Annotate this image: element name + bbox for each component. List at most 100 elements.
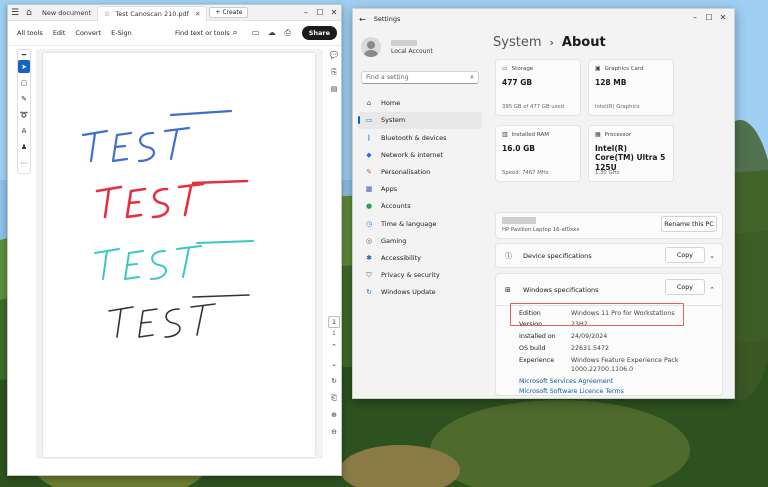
menu-edit[interactable]: Edit xyxy=(48,29,71,37)
plus-icon: + xyxy=(215,9,221,16)
copy-device-specs-button[interactable]: Copy xyxy=(665,247,705,263)
section-label: Windows specifications xyxy=(523,285,599,294)
rename-pc-button[interactable]: Rename this PC xyxy=(661,216,717,232)
close-window-icon[interactable]: ✕ xyxy=(716,13,730,22)
menu-esign[interactable]: E-Sign xyxy=(106,29,137,37)
select-cursor-icon[interactable]: ➤ xyxy=(18,60,30,74)
print-icon[interactable]: ⎙ xyxy=(280,28,296,38)
sidebar-item-accessibility[interactable]: ✱ Accessibility xyxy=(358,250,482,267)
close-window-icon[interactable]: ✕ xyxy=(327,8,341,17)
document-canvas[interactable]: TEST TEST TEST TEST xyxy=(36,49,323,459)
sidebar-item-windows-update[interactable]: ↻ Windows Update xyxy=(358,284,482,301)
zoom-out-icon[interactable]: ⊖ xyxy=(327,425,341,439)
storage-card[interactable]: ▭ Storage 477 GB 395 GB of 477 GB used xyxy=(495,59,581,116)
card-value: 128 MB xyxy=(595,78,627,87)
search-icon: ⌕ xyxy=(232,28,238,38)
card-sub: 1.30 GHz xyxy=(595,170,620,176)
find-tools-button[interactable]: Find text or tools ⌕ xyxy=(175,28,238,38)
sidebar-item-system[interactable]: ▭ System xyxy=(358,112,482,129)
star-icon[interactable]: ☆ xyxy=(104,10,110,18)
stamp-icon[interactable]: ♟ xyxy=(18,141,30,154)
chevron-up-icon[interactable]: ⌃ xyxy=(709,286,715,294)
user-text: Local Account xyxy=(391,39,433,55)
minimize-icon[interactable]: – xyxy=(688,13,702,22)
breadcrumb-parent[interactable]: System xyxy=(493,35,541,50)
page-number-field[interactable]: 1 xyxy=(328,316,340,328)
sidebar-item-network-internet[interactable]: ◆ Network & internet xyxy=(358,147,482,164)
comment-panel-icon[interactable]: 💬 xyxy=(327,48,341,62)
update-icon: ↻ xyxy=(366,288,372,297)
monitor-icon: ▭ xyxy=(365,116,373,125)
services-agreement-link[interactable]: Microsoft Services Agreement xyxy=(519,378,613,385)
sidebar-item-label: Home xyxy=(381,99,401,108)
card-value: Intel(R) Core(TM) Ultra 5 125U xyxy=(595,144,666,172)
windows-logo-icon: ⊞ xyxy=(505,285,511,294)
minimize-icon[interactable]: – xyxy=(299,8,313,17)
page-title: About xyxy=(561,35,606,50)
tab-new-document[interactable]: New document xyxy=(36,6,97,20)
share-button[interactable]: Share xyxy=(301,26,337,40)
create-button[interactable]: + Create xyxy=(209,7,249,18)
chevron-down-icon[interactable]: ⌄ xyxy=(709,252,715,260)
settings-search-input[interactable]: Find a setting ⌕ xyxy=(361,71,479,84)
settings-nav: ⌂ Home ▭ System ᛒ Bluetooth & devices ◆ Network… xyxy=(358,95,482,301)
bookmark-icon[interactable]: ⎘ xyxy=(327,65,341,79)
menu-convert[interactable]: Convert xyxy=(70,29,106,37)
maximize-icon[interactable]: ☐ xyxy=(313,8,327,17)
text-box-icon[interactable]: A xyxy=(18,125,30,138)
copy-windows-specs-button[interactable]: Copy xyxy=(665,279,705,295)
upload-cloud-icon[interactable]: ☁ xyxy=(264,28,280,38)
handwritten-test-4: TEST xyxy=(108,294,250,338)
sidebar-item-label: Time & language xyxy=(381,219,437,228)
tab-pdf-document[interactable]: ☆ Test Canoscan 210.pdf ✕ xyxy=(97,5,208,21)
sidebar-item-gaming[interactable]: ◎ Gaming xyxy=(358,233,482,250)
avatar xyxy=(361,37,381,57)
sidebar-item-time-language[interactable]: ◷ Time & language xyxy=(358,215,482,232)
sidebar-item-bluetooth-devices[interactable]: ᛒ Bluetooth & devices xyxy=(358,129,482,146)
user-account-block[interactable]: Local Account xyxy=(361,37,433,57)
graphics-card[interactable]: ▣ Graphics Card 128 MB Intel(R) Graphics xyxy=(588,59,674,116)
hamburger-menu-icon[interactable]: ☰ xyxy=(8,6,22,20)
maximize-icon[interactable]: ☐ xyxy=(702,13,716,22)
sidebar-item-label: Accessibility xyxy=(381,253,421,262)
sidebar-item-personalisation[interactable]: ✎ Personalisation xyxy=(358,164,482,181)
home-icon[interactable]: ⌂ xyxy=(22,6,36,20)
save-icon[interactable]: ▭ xyxy=(248,28,264,38)
graphics-card-icon: ▣ xyxy=(595,65,601,72)
sidebar-item-apps[interactable]: ▦ Apps xyxy=(358,181,482,198)
pen-icon[interactable]: ✎ xyxy=(18,92,30,105)
right-tool-rail: 💬 ⎘ ▤ 1 1 ⌃ ⌄ ↻ ⎗ ⊕ ⊖ xyxy=(326,45,342,477)
bluetooth-icon: ᛒ xyxy=(366,133,372,142)
sidebar-item-label: Network & internet xyxy=(381,150,444,159)
highlight-annotation xyxy=(510,303,684,326)
card-label: Storage xyxy=(511,65,534,72)
chevron-up-icon[interactable]: ⌃ xyxy=(327,340,341,354)
person-icon: ● xyxy=(365,202,373,211)
close-icon[interactable]: ✕ xyxy=(195,10,200,18)
rotate-icon[interactable]: ↻ xyxy=(327,374,341,388)
licence-terms-link[interactable]: Microsoft Software Licence Terms xyxy=(519,388,624,395)
spec-os-build: OS build 22631.5472 xyxy=(519,345,609,354)
back-arrow-icon[interactable]: ← xyxy=(359,15,366,24)
processor-card[interactable]: ▦ Processor Intel(R) Core(TM) Ultra 5 125… xyxy=(588,125,674,182)
ram-card[interactable]: ▥ Installed RAM 16.0 GB Speed: 7467 MHz xyxy=(495,125,581,182)
card-sub: Intel(R) Graphics xyxy=(595,104,640,110)
zoom-in-icon[interactable]: ⊕ xyxy=(327,408,341,422)
sidebar-item-home[interactable]: ⌂ Home xyxy=(358,95,482,112)
drag-handle-icon[interactable]: ━ xyxy=(18,51,30,59)
menu-all-tools[interactable]: All tools xyxy=(12,29,48,37)
chevron-down-icon[interactable]: ⌄ xyxy=(327,357,341,371)
save-page-icon[interactable]: ⎗ xyxy=(327,391,341,405)
spec-value: 22631.5472 xyxy=(571,345,610,352)
sidebar-item-accounts[interactable]: ● Accounts xyxy=(358,198,482,215)
spec-key: OS build xyxy=(519,345,546,352)
pages-icon[interactable]: ▤ xyxy=(327,82,341,96)
sidebar-item-label: Apps xyxy=(381,185,398,194)
lasso-icon[interactable]: ➰ xyxy=(18,108,30,121)
settings-window: ← Settings – ☐ ✕ Local Account Find a se… xyxy=(352,8,735,399)
comment-icon[interactable]: ▢ xyxy=(18,76,30,89)
sidebar-item-privacy-security[interactable]: ⛉ Privacy & security xyxy=(358,267,482,284)
info-icon: ⓘ xyxy=(505,251,512,260)
more-icon[interactable]: ⋯ xyxy=(18,157,30,170)
window-controls: – ☐ ✕ xyxy=(299,8,341,17)
